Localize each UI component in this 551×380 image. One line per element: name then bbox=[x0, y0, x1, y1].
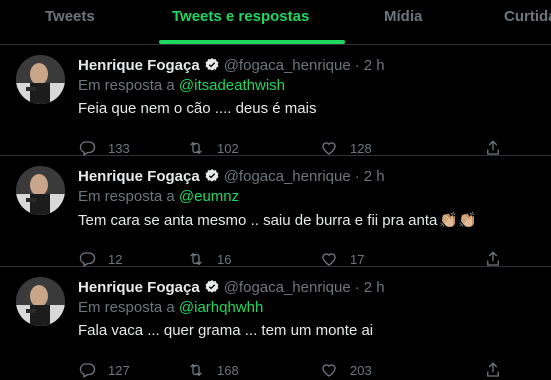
reply-icon bbox=[79, 363, 96, 378]
author-handle[interactable]: @fogaca_henrique bbox=[224, 168, 351, 185]
tweet-header: Henrique Fogaça @fogaca_henrique · 2 h bbox=[78, 277, 385, 297]
tab-tweets[interactable]: Tweets bbox=[45, 0, 95, 44]
reply-mention-link[interactable]: @eumnz bbox=[179, 188, 239, 205]
tweet-text-content: Feia que nem o cão .... deus é mais bbox=[78, 100, 317, 117]
heart-icon bbox=[322, 142, 336, 155]
retweet-count: 16 bbox=[217, 251, 232, 267]
tab-curtidas[interactable]: Curtidas bbox=[504, 0, 551, 44]
reply-prefix: Em resposta a bbox=[78, 77, 175, 94]
tweet-text: Tem cara se anta mesmo .. saiu de burra … bbox=[78, 211, 477, 230]
tweet-text-content: Tem cara se anta mesmo .. saiu de burra … bbox=[78, 211, 438, 229]
tab-tweets-e-respostas[interactable]: Tweets e respostas bbox=[172, 0, 309, 44]
tweet-timestamp[interactable]: 2 h bbox=[364, 279, 385, 296]
like-button[interactable]: 128 bbox=[320, 138, 372, 158]
reply-context: Em resposta a @iarhqhwhh bbox=[78, 299, 263, 316]
avatar[interactable] bbox=[16, 166, 65, 215]
retweet-button[interactable]: 102 bbox=[187, 138, 239, 158]
tweet-timestamp[interactable]: 2 h bbox=[364, 168, 385, 185]
heart-icon bbox=[322, 253, 336, 266]
share-button[interactable] bbox=[484, 249, 514, 269]
tweet-actions: 12 16 17 bbox=[78, 249, 499, 269]
tweet-actions: 127 168 203 bbox=[78, 360, 499, 380]
like-button[interactable]: 17 bbox=[320, 249, 364, 269]
tab-midia[interactable]: Mídia bbox=[384, 0, 422, 44]
like-button[interactable]: 203 bbox=[320, 360, 372, 380]
author-name[interactable]: Henrique Fogaça bbox=[78, 279, 200, 296]
reply-context: Em resposta a @eumnz bbox=[78, 188, 239, 205]
like-count: 203 bbox=[350, 362, 372, 378]
reply-icon bbox=[79, 141, 96, 156]
author-handle[interactable]: @fogaca_henrique bbox=[224, 57, 351, 74]
share-button[interactable] bbox=[484, 138, 514, 158]
like-count: 17 bbox=[350, 251, 365, 267]
share-icon bbox=[487, 251, 499, 266]
tweet[interactable]: Henrique Fogaça @fogaca_henrique · 2 h E… bbox=[0, 45, 551, 156]
reply-count: 12 bbox=[108, 251, 123, 267]
separator-dot: · bbox=[354, 278, 360, 296]
author-name[interactable]: Henrique Fogaça bbox=[78, 168, 200, 185]
verified-badge-icon bbox=[204, 279, 220, 295]
reply-icon bbox=[79, 252, 96, 267]
reply-button[interactable]: 12 bbox=[78, 249, 122, 269]
retweet-count: 168 bbox=[217, 362, 239, 378]
share-button[interactable] bbox=[484, 360, 514, 380]
reply-button[interactable]: 127 bbox=[78, 360, 130, 380]
reply-mention-link[interactable]: @itsadeathwish bbox=[179, 77, 285, 94]
share-icon bbox=[487, 140, 499, 155]
tweet-text-content: Fala vaca ... quer grama ... tem um mont… bbox=[78, 322, 374, 339]
tweet-timestamp[interactable]: 2 h bbox=[364, 57, 385, 74]
separator-dot: · bbox=[354, 56, 360, 74]
reply-button[interactable]: 133 bbox=[78, 138, 130, 158]
tweet[interactable]: Henrique Fogaça @fogaca_henrique · 2 h E… bbox=[0, 156, 551, 267]
active-tab-indicator bbox=[159, 40, 345, 44]
share-icon bbox=[487, 362, 499, 377]
reply-context: Em resposta a @itsadeathwish bbox=[78, 77, 285, 94]
like-count: 128 bbox=[350, 140, 372, 156]
profile-tabs: Tweets Tweets e respostas Mídia Curtidas bbox=[0, 0, 551, 45]
reply-prefix: Em resposta a bbox=[78, 188, 175, 205]
verified-badge-icon bbox=[204, 57, 220, 73]
tweet-text: Fala vaca ... quer grama ... tem um mont… bbox=[78, 322, 373, 339]
author-handle[interactable]: @fogaca_henrique bbox=[224, 279, 351, 296]
tweet-text: Feia que nem o cão .... deus é mais bbox=[78, 100, 316, 117]
reply-count: 127 bbox=[108, 362, 130, 378]
author-name[interactable]: Henrique Fogaça bbox=[78, 57, 200, 74]
tweet-header: Henrique Fogaça @fogaca_henrique · 2 h bbox=[78, 55, 385, 75]
avatar[interactable] bbox=[16, 277, 65, 326]
retweet-count: 102 bbox=[217, 140, 239, 156]
heart-icon bbox=[322, 364, 336, 377]
retweet-button[interactable]: 16 bbox=[187, 249, 231, 269]
reply-prefix: Em resposta a bbox=[78, 299, 175, 316]
retweet-icon bbox=[190, 141, 202, 155]
verified-badge-icon bbox=[204, 168, 220, 184]
tweet-header: Henrique Fogaça @fogaca_henrique · 2 h bbox=[78, 166, 385, 186]
tweet-actions: 133 102 128 bbox=[78, 138, 499, 158]
tweet[interactable]: Henrique Fogaça @fogaca_henrique · 2 h E… bbox=[0, 267, 551, 378]
reply-mention-link[interactable]: @iarhqhwhh bbox=[179, 299, 263, 316]
avatar[interactable] bbox=[16, 55, 65, 104]
separator-dot: · bbox=[354, 167, 360, 185]
retweet-icon bbox=[190, 252, 202, 266]
clapping-hands-emoji: 👏🏼👏🏼 bbox=[439, 212, 477, 229]
reply-count: 133 bbox=[108, 140, 130, 156]
retweet-icon bbox=[190, 363, 202, 377]
retweet-button[interactable]: 168 bbox=[187, 360, 239, 380]
